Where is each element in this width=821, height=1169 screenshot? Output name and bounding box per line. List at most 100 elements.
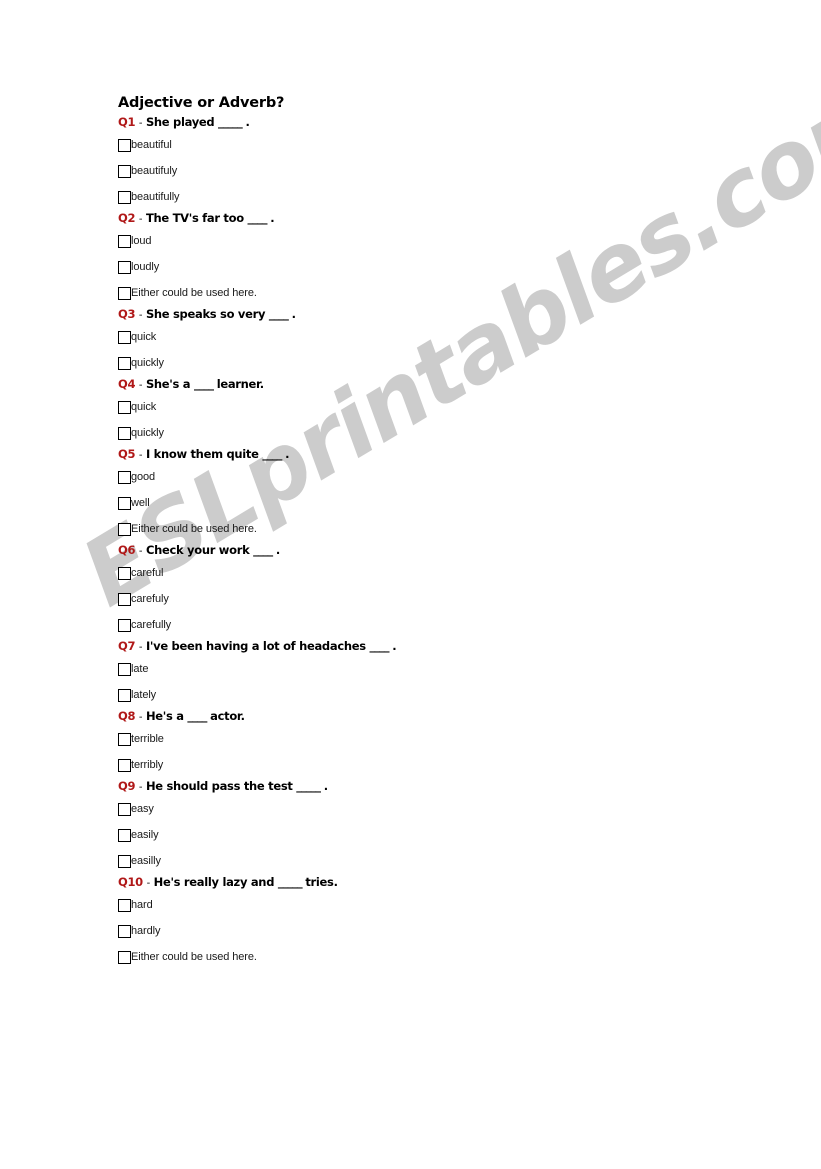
question-blank[interactable]: ____ [262,447,282,461]
answer-option[interactable]: easilly [118,848,758,874]
answer-option[interactable]: late [118,656,758,682]
question-blank[interactable]: _____ [218,115,243,129]
answer-option[interactable]: beautiful [118,132,758,158]
answer-option[interactable]: hardly [118,918,758,944]
checkbox-icon[interactable] [118,356,131,370]
question-separator: - [146,878,151,889]
question-block: Q5 - I know them quite ____ . good well Eit… [118,446,758,542]
question-block: Q9 - He should pass the test _____ . easy… [118,778,758,874]
answer-option-label: quick [131,330,157,343]
checkbox-icon[interactable] [118,618,131,632]
question-text: Q4 - She's a ____ learner. [118,376,758,394]
question-list: Q1 - She played _____ . beautiful beautifu… [118,114,758,970]
answer-option-label: easilly [131,854,161,867]
answer-option[interactable]: loud [118,228,758,254]
question-prompt-after: . [275,543,280,557]
answer-option[interactable]: carefully [118,612,758,638]
question-text: Q7 - I've been having a lot of headaches… [118,638,758,656]
question-blank[interactable]: ____ [194,377,214,391]
checkbox-icon[interactable] [118,286,131,300]
checkbox-icon[interactable] [118,758,131,772]
answer-option-label: quick [131,400,157,413]
question-blank[interactable]: ____ [370,639,390,653]
answer-option[interactable]: lately [118,682,758,708]
answer-option[interactable]: carefuly [118,586,758,612]
answer-option[interactable]: easily [118,822,758,848]
question-prompt-after: learner. [216,377,264,391]
checkbox-icon[interactable] [118,898,131,912]
answer-option-label: loud [131,234,152,247]
answer-option-label: carefuly [131,592,169,605]
answer-option-label: terribly [131,758,164,771]
question-prompt-after: . [392,639,397,653]
checkbox-icon[interactable] [118,496,131,510]
answer-option[interactable]: Either could be used here. [118,516,758,542]
checkbox-icon[interactable] [118,234,131,248]
checkbox-icon[interactable] [118,802,131,816]
answer-option[interactable]: careful [118,560,758,586]
question-blank[interactable]: ____ [269,307,289,321]
checkbox-icon[interactable] [118,662,131,676]
question-text: Q5 - I know them quite ____ . [118,446,758,464]
checkbox-icon[interactable] [118,592,131,606]
question-prompt-before: He's really lazy and [153,875,275,889]
answer-option[interactable]: terrible [118,726,758,752]
question-number: Q10 [118,875,143,889]
answer-option-label: well [131,496,150,509]
answer-option[interactable]: easy [118,796,758,822]
answer-option[interactable]: beautifully [118,184,758,210]
checkbox-icon[interactable] [118,426,131,440]
checkbox-icon[interactable] [118,950,131,964]
checkbox-icon[interactable] [118,470,131,484]
question-blank[interactable]: _____ [278,875,303,889]
question-blank[interactable]: _____ [296,779,321,793]
answer-option-label: quickly [131,356,164,369]
answer-option-label: carefully [131,618,172,631]
answer-option-label: good [131,470,156,483]
checkbox-icon[interactable] [118,330,131,344]
answer-option-label: terrible [131,732,164,745]
checkbox-icon[interactable] [118,522,131,536]
answer-option[interactable]: terribly [118,752,758,778]
checkbox-icon[interactable] [118,854,131,868]
checkbox-icon[interactable] [118,828,131,842]
question-prompt-before: The TV's far too [145,211,244,225]
answer-option[interactable]: good [118,464,758,490]
checkbox-icon[interactable] [118,138,131,152]
question-blank[interactable]: ____ [187,709,207,723]
checkbox-icon[interactable] [118,566,131,580]
checkbox-icon[interactable] [118,400,131,414]
checkbox-icon[interactable] [118,164,131,178]
question-block: Q8 - He's a ____ actor. terrible terribly [118,708,758,778]
question-blank[interactable]: ____ [253,543,273,557]
answer-option[interactable]: quickly [118,420,758,446]
answer-option-label: loudly [131,260,160,273]
question-block: Q2 - The TV's far too ____ . loud loudly Ei… [118,210,758,306]
answer-option-label: Either could be used here. [131,286,257,299]
question-blank[interactable]: ____ [248,211,268,225]
answer-option[interactable]: well [118,490,758,516]
answer-option-label: beautifuly [131,164,178,177]
answer-option-label: late [131,662,149,675]
question-number: Q5 [118,447,136,461]
answer-option[interactable]: quick [118,324,758,350]
answer-option[interactable]: quick [118,394,758,420]
question-text: Q10 - He's really lazy and _____ tries. [118,874,758,892]
answer-option[interactable]: Either could be used here. [118,944,758,970]
checkbox-icon[interactable] [118,190,131,204]
checkbox-icon[interactable] [118,260,131,274]
answer-option-label: beautifully [131,190,180,203]
question-prompt-after: actor. [210,709,245,723]
checkbox-icon[interactable] [118,732,131,746]
answer-option[interactable]: quickly [118,350,758,376]
checkbox-icon[interactable] [118,688,131,702]
answer-option[interactable]: loudly [118,254,758,280]
worksheet-content: Adjective or Adverb? Q1 - She played ___… [118,95,758,970]
answer-option-label: careful [131,566,164,579]
question-separator: - [138,642,143,653]
answer-option[interactable]: hard [118,892,758,918]
question-text: Q8 - He's a ____ actor. [118,708,758,726]
answer-option[interactable]: Either could be used here. [118,280,758,306]
checkbox-icon[interactable] [118,924,131,938]
answer-option[interactable]: beautifuly [118,158,758,184]
